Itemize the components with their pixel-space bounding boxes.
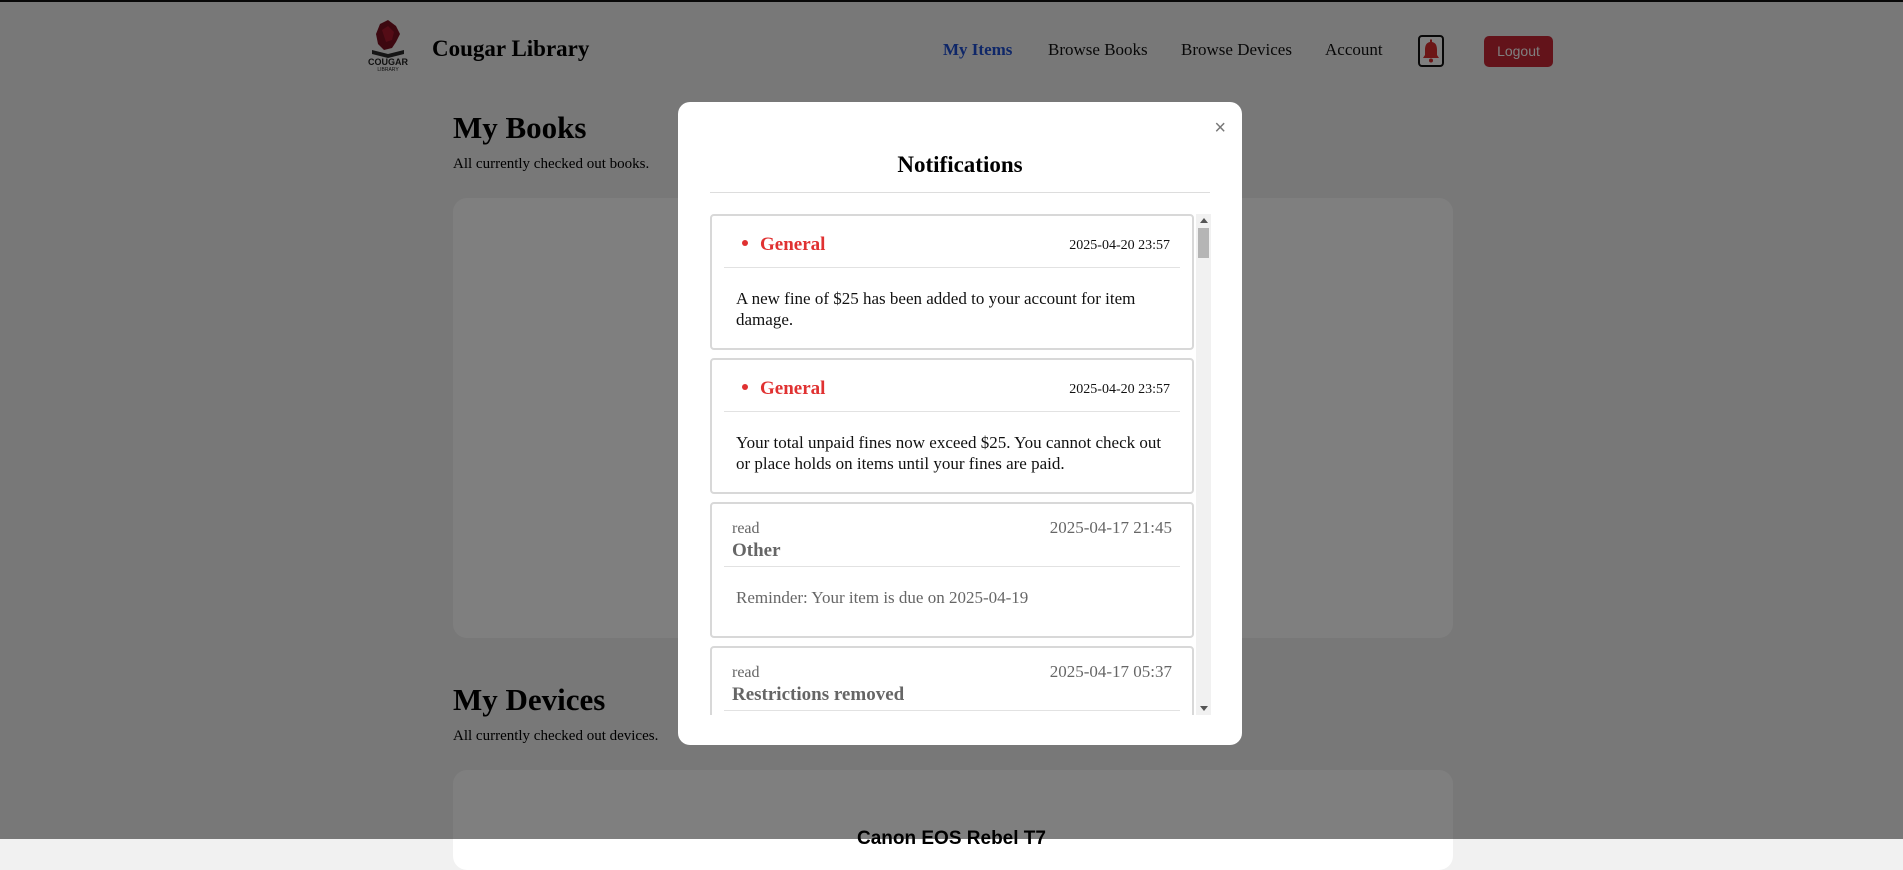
title-divider (710, 192, 1210, 193)
notification-divider (724, 710, 1180, 711)
scroll-thumb[interactable] (1198, 228, 1209, 258)
close-icon[interactable]: × (1214, 118, 1226, 138)
notification-type: General (760, 378, 826, 399)
scroll-down-arrow-icon[interactable] (1200, 706, 1208, 711)
notifications-list[interactable]: General 2025-04-20 23:57 A new fine of $… (710, 214, 1194, 715)
notification-type: General (760, 234, 826, 255)
modal-title: Notifications (897, 152, 1023, 177)
notification-header: General 2025-04-20 23:57 (724, 216, 1180, 268)
notification-time: 2025-04-17 21:45 (1049, 518, 1172, 537)
notification-item: General 2025-04-20 23:57 Your total unpa… (710, 358, 1194, 494)
unread-dot-icon (742, 384, 748, 390)
notification-time: 2025-04-20 23:57 (1069, 238, 1170, 253)
notification-item: General 2025-04-20 23:57 A new fine of $… (710, 214, 1194, 350)
notification-item: read Restrictions removed 2025-04-17 05:… (710, 646, 1194, 715)
notification-status: read (732, 664, 760, 681)
notification-header: General 2025-04-20 23:57 (724, 360, 1180, 412)
notification-type: Restrictions removed (732, 684, 905, 705)
notification-item: read Other 2025-04-17 21:45 Reminder: Yo… (710, 502, 1194, 638)
notification-divider (724, 566, 1180, 567)
scroll-up-arrow-icon[interactable] (1200, 218, 1208, 223)
notification-time: 2025-04-17 05:37 (1049, 662, 1172, 681)
list-scrollbar[interactable] (1196, 214, 1211, 715)
notification-message: A new fine of $25 has been added to your… (736, 289, 1136, 329)
unread-dot-icon (742, 240, 748, 246)
notification-status: read (732, 520, 760, 537)
notification-message: Reminder: Your item is due on 2025-04-19 (736, 588, 1029, 607)
notification-message: Your total unpaid fines now exceed $25. … (736, 433, 1162, 473)
notification-type: Other (732, 540, 781, 561)
notification-time: 2025-04-20 23:57 (1069, 382, 1170, 397)
notifications-modal: × Notifications General 2025-04-20 23:57… (678, 102, 1242, 745)
